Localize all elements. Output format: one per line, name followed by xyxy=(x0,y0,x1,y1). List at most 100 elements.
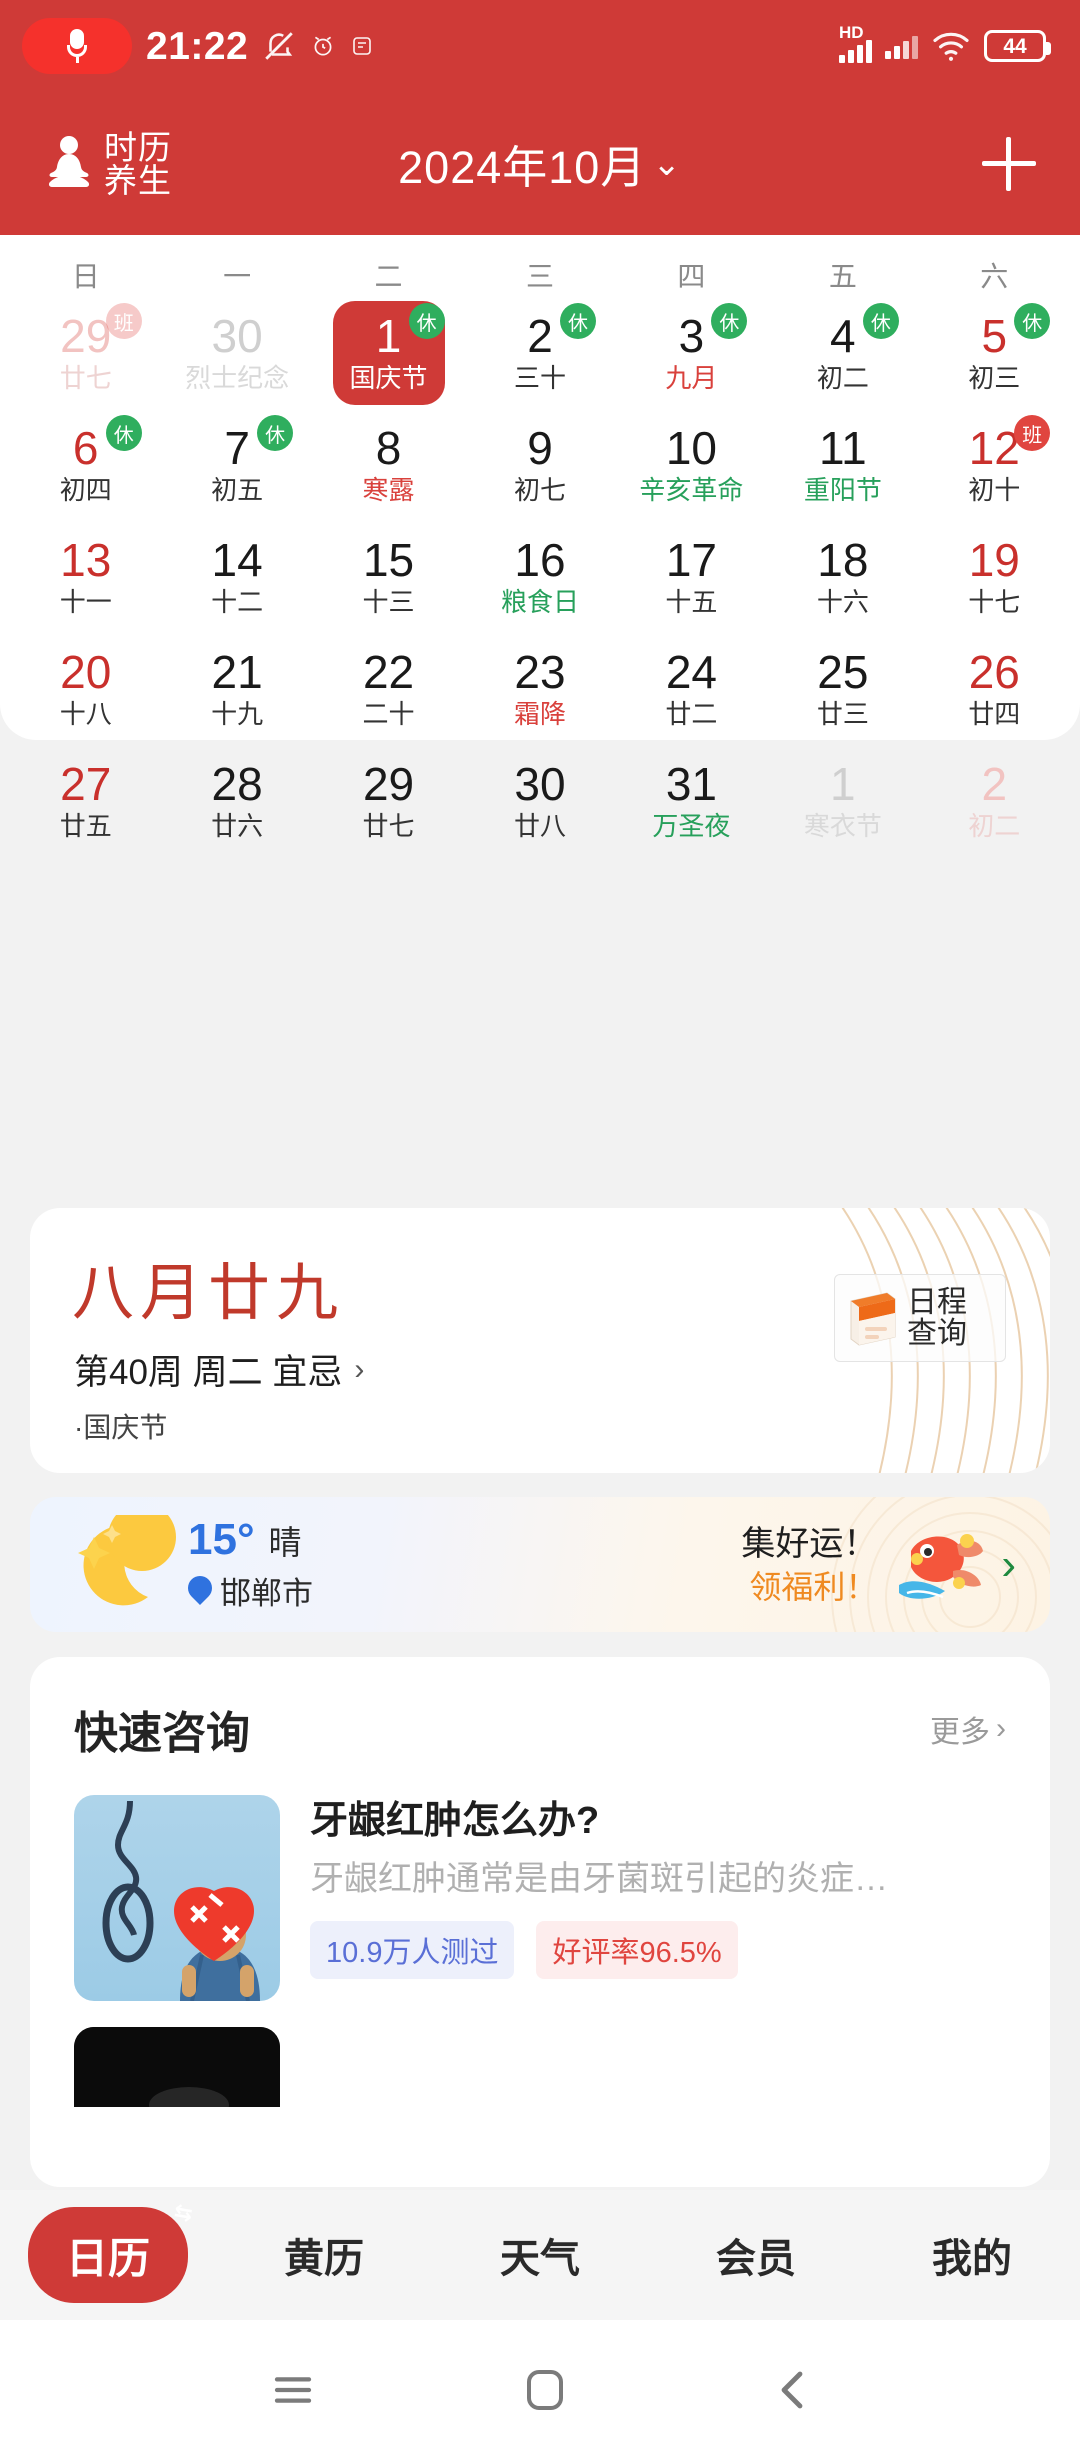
day-number: 13 xyxy=(60,534,112,586)
day-badge-rest: 休 xyxy=(711,303,748,339)
status-bar-left: 21:22 xyxy=(22,18,374,74)
lunar-info-card[interactable]: 八月廿九 第40周 周二 宜忌 › ·国庆节 日程 查询 xyxy=(30,1208,1050,1473)
calendar-day-25[interactable]: 25 廿三 xyxy=(767,633,918,745)
calendar-day-13[interactable]: 13 十一 xyxy=(10,521,161,633)
calendar-day-31[interactable]: 31 万圣夜 xyxy=(616,745,767,857)
calendar-day-23[interactable]: 23 霜降 xyxy=(464,633,615,745)
schedule-label-line1: 日程 xyxy=(907,1286,967,1319)
microphone-glyph xyxy=(67,29,87,63)
day-number: 4 xyxy=(830,310,856,362)
tab-membership-label: 会员 xyxy=(716,2236,796,2282)
calendar-day-9[interactable]: 9 初七 xyxy=(464,409,615,521)
quick-consult-card: 快速咨询 更多 › 牙龈红肿怎么办? 牙龈红肿通常是由牙菌斑引起的炎症… 10.… xyxy=(30,1657,1050,2187)
mic-recording-icon[interactable] xyxy=(22,18,132,74)
day-sublabel: 廿五 xyxy=(59,811,112,841)
day-number: 20 xyxy=(60,646,112,698)
calendar-day-16[interactable]: 16 粮食日 xyxy=(464,521,615,633)
tab-profile[interactable]: 我的 xyxy=(864,2226,1080,2284)
tab-almanac[interactable]: 黄历 xyxy=(216,2226,432,2284)
calendar-day-22[interactable]: 22 二十 xyxy=(313,633,464,745)
status-badge-rating: 好评率96.5% xyxy=(536,1921,738,1979)
signal-bars-secondary xyxy=(885,33,918,59)
quick-consult-more-button[interactable]: 更多 › xyxy=(930,1707,1006,1751)
calendar-day-7[interactable]: 休 7 初五 xyxy=(161,409,312,521)
lunar-week-text: 第40周 周二 宜忌 xyxy=(74,1353,343,1392)
calendar-day-21[interactable]: 21 十九 xyxy=(161,633,312,745)
calendar-day-20[interactable]: 20 十八 xyxy=(10,633,161,745)
alarm-icon xyxy=(310,33,336,59)
calendar-day-3[interactable]: 休 3 九月 xyxy=(616,297,767,409)
calendar-day-2[interactable]: 2 初二 xyxy=(919,745,1070,857)
calendar-day-6[interactable]: 休 6 初四 xyxy=(10,409,161,521)
calendar-day-10[interactable]: 10 辛亥革命 xyxy=(616,409,767,521)
app-logo[interactable]: 时历 养生 xyxy=(40,131,172,197)
weekday-wed: 三 xyxy=(525,261,554,292)
schedule-query-button[interactable]: 日程 查询 xyxy=(834,1274,1006,1362)
calendar-day-19[interactable]: 19 十七 xyxy=(919,521,1070,633)
calendar-day-29[interactable]: 29 廿七 xyxy=(313,745,464,857)
day-badge-rest: 休 xyxy=(408,303,445,339)
calendar-day-18[interactable]: 18 十六 xyxy=(767,521,918,633)
calendar-day-15[interactable]: 15 十三 xyxy=(313,521,464,633)
calendar-day-2[interactable]: 休 2 三十 xyxy=(464,297,615,409)
list-item[interactable]: 牙龈红肿怎么办? 牙龈红肿通常是由牙菌斑引起的炎症… 10.9万人测过 好评率9… xyxy=(30,1761,1050,2001)
day-number: 21 xyxy=(211,646,263,698)
day-sublabel: 廿二 xyxy=(665,699,718,729)
day-sublabel: 十二 xyxy=(211,587,264,617)
day-number: 1 xyxy=(375,310,402,362)
list-item-partial[interactable] xyxy=(30,2001,1050,2107)
day-sublabel: 十五 xyxy=(665,587,718,617)
calendar-day-11[interactable]: 11 重阳节 xyxy=(767,409,918,521)
tab-calendar[interactable]: 日历 ⇆ xyxy=(0,2200,216,2303)
home-icon[interactable] xyxy=(525,2368,565,2412)
calendar-day-30[interactable]: 30 烈士纪念 xyxy=(161,297,312,409)
calendar-day-28[interactable]: 28 廿六 xyxy=(161,745,312,857)
calendar-day-14[interactable]: 14 十二 xyxy=(161,521,312,633)
weather-card[interactable]: 15° 晴 邯郸市 集好运！ 领福利！ › xyxy=(30,1497,1050,1632)
calendar-day-1[interactable]: 休 1 国庆节 xyxy=(313,297,464,409)
brand-line-2: 养生 xyxy=(104,160,172,200)
moon-night-clear-icon xyxy=(68,1502,178,1615)
promo-chevron-right-icon: › xyxy=(1001,1539,1016,1589)
weather-condition: 晴 xyxy=(268,1524,302,1561)
calendar-day-24[interactable]: 24 廿二 xyxy=(616,633,767,745)
calendar-day-17[interactable]: 17 十五 xyxy=(616,521,767,633)
back-icon[interactable] xyxy=(775,2368,809,2412)
calendar-day-29[interactable]: 班 29 廿七 xyxy=(10,297,161,409)
weather-city: 邯郸市 xyxy=(220,1576,313,1611)
calendar-day-8[interactable]: 8 寒露 xyxy=(313,409,464,521)
day-number: 11 xyxy=(818,422,867,474)
calendar-day-12[interactable]: 班 12 初十 xyxy=(919,409,1070,521)
calendar-day-26[interactable]: 26 廿四 xyxy=(919,633,1070,745)
day-sublabel: 十三 xyxy=(362,587,415,617)
calendar-day-4[interactable]: 休 4 初二 xyxy=(767,297,918,409)
day-sublabel: 重阳节 xyxy=(803,475,882,505)
lunar-week-row[interactable]: 第40周 周二 宜忌 › xyxy=(74,1344,364,1395)
tab-membership[interactable]: 会员 xyxy=(648,2226,864,2284)
calendar-day-1[interactable]: 1 寒衣节 xyxy=(767,745,918,857)
day-number: 31 xyxy=(665,758,717,810)
menu-icon[interactable] xyxy=(271,2374,315,2406)
calendar-day-30[interactable]: 30 廿八 xyxy=(464,745,615,857)
promo-banner[interactable]: 集好运！ 领福利！ › xyxy=(741,1497,1016,1632)
brand-line-1: 时历 xyxy=(104,127,172,167)
add-event-button[interactable] xyxy=(982,136,1036,191)
app-root: 21:22 HD 44 时历 养生 2024年10月 ⌄ 日 一 二 三 四 五… xyxy=(0,0,1080,2460)
promo-line-1: 集好运！ xyxy=(741,1524,878,1563)
calendar-day-27[interactable]: 27 廿五 xyxy=(10,745,161,857)
tab-weather[interactable]: 天气 xyxy=(432,2226,648,2284)
day-number: 19 xyxy=(968,534,1020,586)
day-sublabel: 初七 xyxy=(513,475,566,505)
day-badge-work: 班 xyxy=(105,303,142,339)
day-sublabel: 十六 xyxy=(816,587,869,617)
day-number: 17 xyxy=(665,534,717,586)
day-sublabel: 十七 xyxy=(968,587,1021,617)
calendar-day-5[interactable]: 休 5 初三 xyxy=(919,297,1070,409)
system-navigation-bar xyxy=(0,2320,1080,2460)
chevron-right-icon: › xyxy=(996,1712,1006,1745)
day-number: 2 xyxy=(981,758,1008,810)
status-bar-right: HD 44 xyxy=(839,23,1051,63)
weekday-mon: 一 xyxy=(223,261,252,292)
lunar-date-title: 八月廿九 xyxy=(72,1256,345,1329)
consult-thumbnail xyxy=(74,1795,280,2001)
